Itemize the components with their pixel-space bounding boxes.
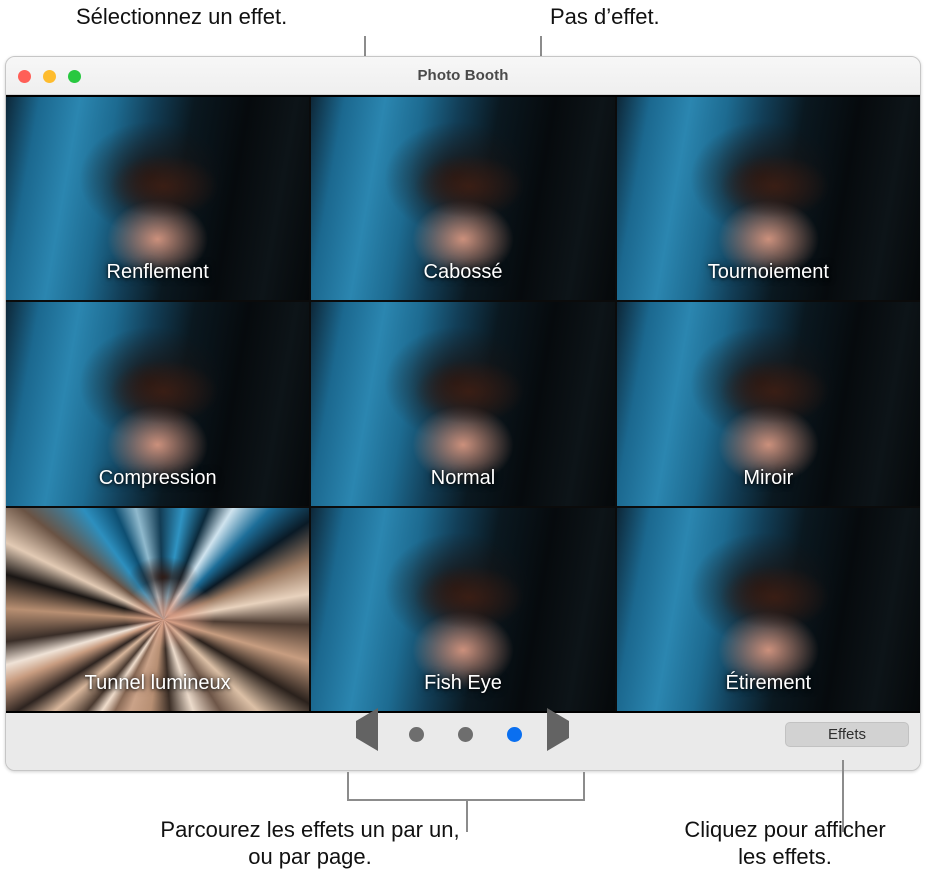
- effect-page-navigation: [348, 708, 583, 751]
- page-dot-3[interactable]: [507, 726, 522, 742]
- window-titlebar: Photo Booth: [6, 57, 920, 95]
- window-title: Photo Booth: [417, 67, 509, 84]
- effects-grid: Renflement Cabossé Tournoiement Compress…: [6, 95, 920, 713]
- effect-preview-image: [6, 302, 310, 506]
- effect-preview-image: [616, 507, 920, 711]
- effect-cell-tunnel-lumineux[interactable]: Tunnel lumineux: [6, 507, 310, 711]
- effect-preview-image: [311, 302, 615, 506]
- effect-cell-etirement[interactable]: Étirement: [616, 507, 920, 711]
- photo-booth-window: Photo Booth Renflement Cabossé Tournoiem…: [5, 56, 921, 771]
- effect-preview-image: [616, 302, 920, 506]
- page-dot-2[interactable]: [458, 726, 473, 742]
- previous-page-button[interactable]: [356, 708, 384, 751]
- effect-preview-image: [311, 507, 615, 711]
- effect-preview-image: [616, 97, 920, 301]
- effect-preview-image: [311, 97, 615, 301]
- effect-cell-cabosse[interactable]: Cabossé: [311, 97, 615, 301]
- callout-click-to-show-effects: Cliquez pour afficher les effets.: [684, 817, 886, 869]
- effect-cell-miroir[interactable]: Miroir: [616, 302, 920, 506]
- effect-preview-image: [6, 97, 310, 301]
- effect-preview-image: [6, 507, 310, 711]
- effects-button[interactable]: Effets: [785, 722, 909, 747]
- effect-cell-renflement[interactable]: Renflement: [6, 97, 310, 301]
- callout-bracket-left-arm: [347, 772, 349, 801]
- callout-bracket-right-arm: [583, 772, 585, 801]
- callout-browse-effects: Parcourez les effets un par un, ou par p…: [160, 817, 460, 869]
- triangle-right-icon: [547, 708, 569, 751]
- effect-cell-tournoiement[interactable]: Tournoiement: [616, 97, 920, 301]
- triangle-left-icon: [356, 708, 378, 751]
- callout-no-effect: Pas d’effet.: [550, 4, 660, 29]
- bottom-toolbar: Effets: [6, 708, 920, 770]
- effect-cell-fish-eye[interactable]: Fish Eye: [311, 507, 615, 711]
- page-dot-1[interactable]: [409, 726, 424, 742]
- callout-select-an-effect: Sélectionnez un effet.: [76, 4, 288, 29]
- next-page-button[interactable]: [547, 708, 575, 751]
- effect-cell-compression[interactable]: Compression: [6, 302, 310, 506]
- effect-cell-normal[interactable]: Normal: [311, 302, 615, 506]
